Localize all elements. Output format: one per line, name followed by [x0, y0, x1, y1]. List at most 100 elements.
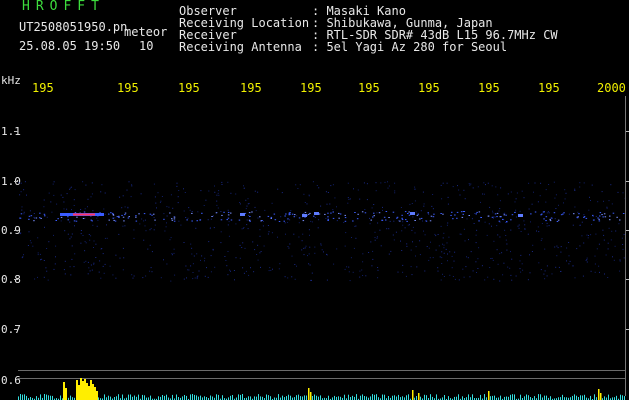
- noise-speck: [538, 231, 540, 233]
- noise-speck: [308, 195, 310, 197]
- noise-speck: [239, 203, 241, 205]
- activity-bar-tall: [96, 391, 98, 400]
- noise-speck: [487, 276, 489, 278]
- noise-speck: [247, 228, 249, 230]
- noise-speck: [569, 260, 571, 262]
- activity-bar: [360, 395, 361, 400]
- noise-speck: [53, 194, 55, 196]
- noise-speck: [28, 231, 30, 233]
- noise-speck: [119, 196, 121, 198]
- noise-speck: [178, 190, 180, 191]
- noise-speck: [197, 275, 199, 277]
- noise-speck: [133, 275, 135, 277]
- noise-speck: [347, 202, 349, 204]
- noise-speck: [150, 228, 152, 230]
- noise-speck: [309, 246, 311, 248]
- noise-speck: [304, 247, 306, 249]
- activity-bar: [70, 395, 71, 400]
- noise-speck: [264, 209, 266, 211]
- noise-speck: [336, 248, 338, 250]
- signal-speck: [173, 216, 176, 218]
- noise-speck: [435, 249, 437, 251]
- noise-speck: [141, 218, 143, 220]
- noise-speck: [496, 249, 498, 251]
- noise-speck: [594, 263, 596, 265]
- noise-speck: [546, 265, 548, 267]
- signal-speck: [401, 219, 404, 221]
- noise-speck: [548, 212, 550, 214]
- activity-bar: [616, 395, 617, 400]
- noise-speck: [458, 279, 460, 281]
- signal-speck: [503, 214, 506, 216]
- noise-speck: [451, 267, 453, 269]
- noise-speck: [515, 275, 517, 277]
- noise-speck: [63, 269, 65, 271]
- noise-speck: [302, 233, 304, 235]
- noise-speck: [493, 216, 495, 218]
- meteor-echo-core: [73, 213, 95, 216]
- noise-speck: [439, 256, 441, 258]
- signal-speck: [550, 217, 553, 219]
- noise-speck: [528, 182, 530, 184]
- signal-speck: [578, 213, 580, 215]
- noise-speck: [454, 251, 456, 253]
- noise-speck: [153, 217, 155, 218]
- signal-speck: [169, 212, 171, 214]
- noise-speck: [267, 225, 269, 226]
- noise-speck: [91, 182, 93, 184]
- noise-speck: [233, 270, 235, 271]
- activity-bar: [328, 395, 329, 400]
- signal-speck: [399, 220, 401, 222]
- noise-speck: [440, 225, 442, 227]
- signal-speck: [602, 216, 604, 218]
- noise-speck: [529, 254, 530, 256]
- noise-speck: [563, 202, 564, 204]
- activity-bar: [270, 396, 271, 400]
- noise-speck: [327, 192, 329, 193]
- noise-speck: [311, 272, 313, 274]
- signal-speck: [287, 218, 289, 220]
- noise-speck: [172, 207, 174, 209]
- noise-speck: [178, 220, 180, 222]
- signal-speck: [401, 217, 403, 219]
- activity-bar: [544, 395, 545, 400]
- noise-speck: [66, 193, 68, 195]
- noise-speck: [608, 200, 610, 202]
- signal-speck: [385, 211, 388, 212]
- noise-speck: [447, 253, 448, 255]
- noise-speck: [245, 208, 247, 210]
- noise-speck: [462, 268, 464, 270]
- activity-bar: [286, 396, 287, 400]
- noise-speck: [149, 270, 151, 272]
- activity-bar: [192, 394, 193, 400]
- activity-bar: [278, 394, 279, 400]
- activity-bar: [130, 394, 131, 400]
- noise-speck: [612, 256, 613, 258]
- noise-speck: [441, 263, 443, 264]
- noise-speck: [259, 229, 261, 231]
- noise-speck: [170, 194, 172, 196]
- noise-speck: [548, 184, 550, 185]
- signal-speck: [494, 213, 497, 215]
- noise-speck: [434, 233, 436, 235]
- noise-speck: [294, 264, 296, 265]
- noise-speck: [499, 253, 501, 255]
- activity-bar: [480, 394, 481, 400]
- hrofft-brand: HROFFT: [22, 0, 105, 14]
- noise-speck: [262, 225, 264, 227]
- noise-speck: [465, 266, 467, 268]
- noise-speck: [353, 188, 354, 190]
- noise-speck: [298, 236, 300, 238]
- noise-speck: [267, 233, 269, 235]
- signal-speck: [598, 220, 601, 222]
- activity-bar: [444, 395, 445, 400]
- noise-speck: [185, 217, 187, 218]
- noise-speck: [254, 206, 256, 208]
- activity-bar: [216, 394, 217, 400]
- signal-speck: [609, 215, 611, 217]
- noise-speck: [560, 246, 562, 248]
- noise-speck: [103, 208, 105, 210]
- signal-speck: [388, 217, 390, 218]
- signal-speck: [215, 212, 218, 214]
- activity-bar: [318, 396, 319, 400]
